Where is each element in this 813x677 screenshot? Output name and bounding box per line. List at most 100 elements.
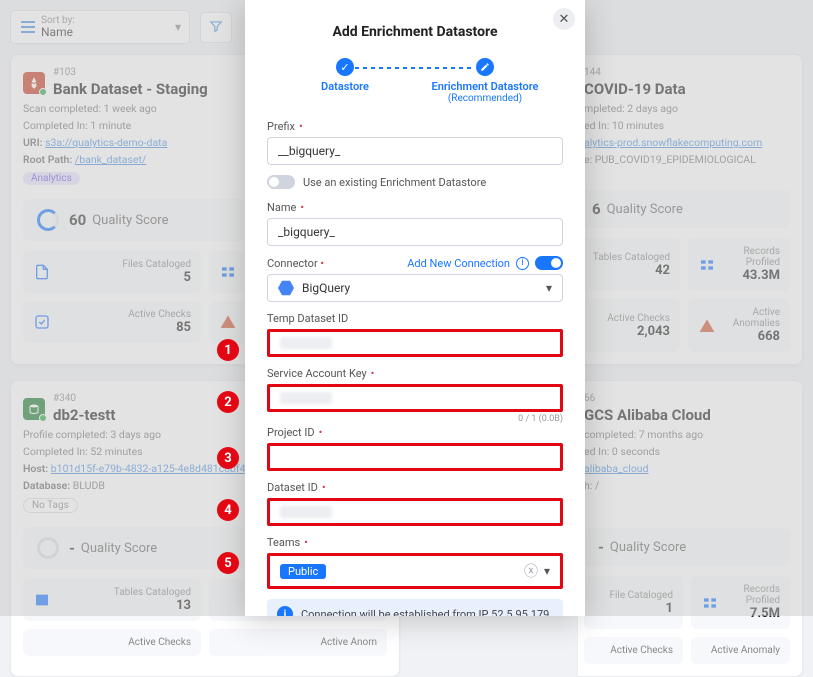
temp-dataset-input[interactable] [267,329,563,357]
card-title: Bank Dataset - Staging [53,80,208,98]
warning-icon [219,313,237,331]
uri-label: URI: [23,136,42,149]
card-title: db2-testt [53,406,115,424]
stat-label: Active Checks [33,637,191,648]
records-icon [701,594,719,612]
callout-5: 5 [217,552,239,574]
prefix-label: Prefix [267,120,295,133]
score-gauge-icon [37,209,59,231]
step-datastore[interactable]: ✓ Datastore [275,58,415,93]
stat-anomalies: Active Anomalies668 [688,299,790,352]
check-icon: ✓ [336,58,354,76]
root-path: h: / [584,479,790,492]
meta-completed: ed In: 10 minutes [584,119,790,132]
db-label: Database: [23,479,70,492]
datastore-type-icon [23,72,45,94]
stat-anomalies: Active Anom [209,629,387,656]
connector-value: BigQuery [302,281,350,295]
clear-icon[interactable]: ⓧ [524,561,538,581]
team-chip[interactable]: Public [280,564,326,579]
name-input[interactable] [267,218,563,246]
stat-value: 42 [588,263,670,278]
pencil-icon [476,58,494,76]
uri-link[interactable]: s3a://qualytics-demo-data [45,136,167,149]
table-icon [33,591,51,609]
required-icon: • [299,120,303,133]
stat-label: Active Checks [588,313,670,324]
meta-scan: completed: 7 months ago [584,428,790,441]
stat-tables: Tables Cataloged42 [578,238,680,291]
sort-dropdown[interactable]: Sort by: Name ▾ [10,10,190,44]
host-label: Host: [23,462,48,475]
stat-label: Active Anomalies [724,307,780,329]
teams-select[interactable]: Public ⓧ ▾ [267,553,563,589]
stat-label: Active Checks [594,645,673,656]
warning-icon [698,317,716,335]
score-value: 60 [69,211,86,229]
score-value: - [598,538,604,556]
step-enrichment[interactable]: Enrichment Datastore (Recommended) [415,58,555,104]
status-dot-icon [39,88,47,96]
score-label: Quality Score [81,541,157,556]
use-existing-toggle[interactable] [267,175,295,189]
stat-label: Tables Cataloged [588,252,670,263]
bigquery-icon [278,280,294,296]
quality-score: 6 Quality Score [578,190,790,228]
stat-value: 85 [59,320,191,335]
stat-anomalies: Active Anomaly [691,637,790,664]
step-sublabel: (Recommended) [415,93,555,104]
use-existing-label: Use an existing Enrichment Datastore [303,176,486,189]
stat-label: Tables Cataloged [59,587,191,598]
quality-score: - Quality Score [584,528,790,566]
card-id: #103 [53,67,208,78]
datastore-card[interactable]: 144 COVID-19 Data mpleted: 2 days ago ed… [578,54,803,365]
stat-value: 5 [59,270,191,285]
close-icon: ✕ [559,12,570,27]
stat-checks: Active Checks [23,629,201,656]
stat-checks: Active Checks [584,637,683,664]
stat-label: Active Checks [59,309,191,320]
sak-label: Service Account Key [267,367,367,380]
db-value: BLUDB [73,479,105,492]
info-icon: i [277,606,293,616]
required-icon: • [320,257,324,270]
stat-value: 1 [594,601,673,616]
card-id: 66 [584,393,790,404]
stat-records: Records Profiled7.5M [691,576,790,629]
addnew-toggle[interactable] [535,256,563,270]
sak-input[interactable] [267,384,563,412]
stepper: ✓ Datastore Enrichment Datastore (Recomm… [267,58,563,104]
required-icon: • [304,536,308,549]
uri-link[interactable]: alytics-prod.snowflakecomputing.com [584,136,762,149]
card-id: #340 [53,393,115,404]
funnel-icon [209,19,223,33]
stat-label: File Cataloged [594,590,673,601]
required-icon: • [319,426,323,439]
filter-button[interactable] [200,12,232,43]
prefix-input[interactable] [267,137,563,165]
close-button[interactable]: ✕ [553,8,575,30]
step-label: Datastore [275,80,415,93]
check-icon [33,313,51,331]
info-icon[interactable]: i [516,257,529,270]
notags-badge: No Tags [23,498,78,513]
root-label: Root Path: [23,153,72,166]
card-title: GCS Alibaba Cloud [584,406,790,424]
dataset-input[interactable] [267,498,563,526]
stat-value: 43.3M [724,268,780,283]
project-label: Project ID [267,426,315,439]
sort-icon [21,21,35,33]
stat-label: Records Profiled [727,584,780,606]
stat-tables: Tables Cataloged13 [23,579,201,621]
status-dot-icon [39,414,47,422]
required-icon: • [322,481,326,494]
datastore-card[interactable]: 66 GCS Alibaba Cloud completed: 7 months… [578,380,803,677]
tag-badge[interactable]: Analytics [23,172,80,185]
stat-label: Records Profiled [724,246,780,268]
uri-link[interactable]: alibaba_cloud [584,462,649,475]
root-link[interactable]: /bank_dataset/ [75,153,146,166]
score-label: Quality Score [92,213,168,228]
connector-select[interactable]: BigQuery ▾ [267,274,563,302]
project-input[interactable] [267,443,563,471]
stat-checks: Active Checks85 [23,301,201,343]
